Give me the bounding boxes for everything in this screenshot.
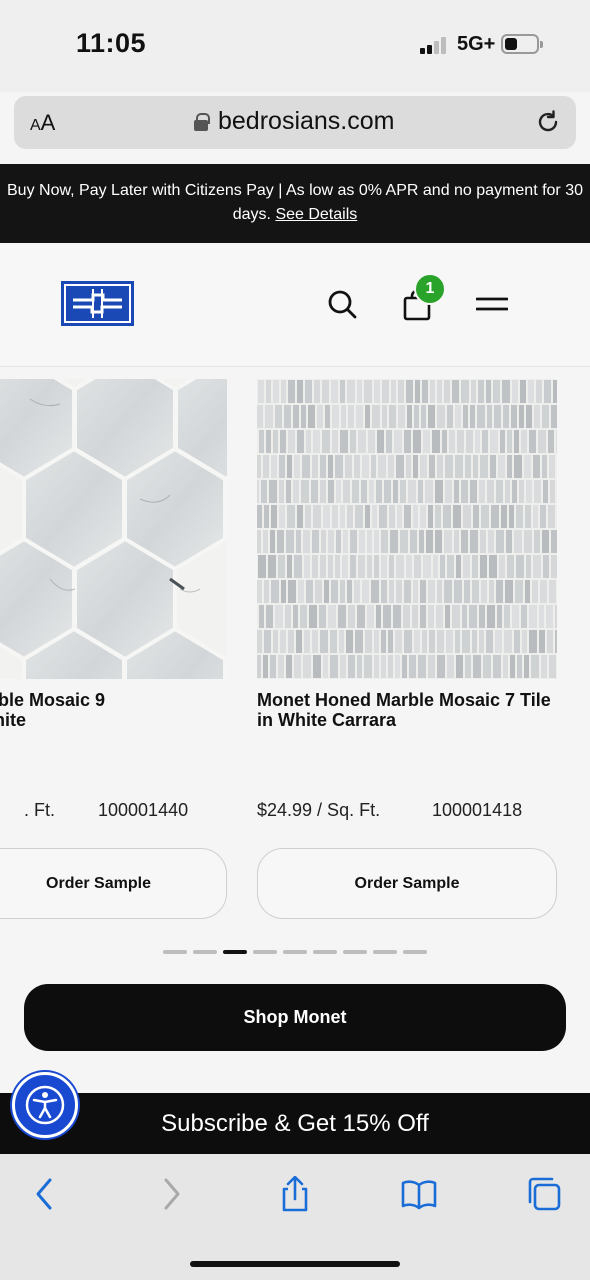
- see-details-link[interactable]: See Details: [275, 206, 357, 223]
- carousel-dot[interactable]: [223, 950, 247, 954]
- carousel-dot[interactable]: [373, 950, 397, 954]
- product-price: $24.99 / Sq. Ft.: [257, 800, 381, 820]
- product-card[interactable]: ed Marble Mosaic 9 ntal White: [0, 379, 227, 730]
- home-indicator: [190, 1261, 400, 1267]
- bedrosians-logo[interactable]: [61, 281, 134, 326]
- clock: 11:05: [76, 28, 147, 58]
- url-text[interactable]: bedrosians.com: [218, 107, 394, 136]
- product-sku: 100001440: [98, 800, 189, 820]
- browser-toolbar: [0, 1154, 590, 1280]
- address-bar[interactable]: AA bedrosians.com: [14, 96, 576, 149]
- carousel-dot[interactable]: [253, 950, 277, 954]
- bookmarks-icon[interactable]: [401, 1176, 437, 1212]
- product-sku: 100001418: [432, 800, 523, 820]
- search-icon[interactable]: [327, 289, 357, 319]
- carousel-dot[interactable]: [163, 950, 187, 954]
- product-title-line[interactable]: ed Marble Mosaic 9: [0, 690, 227, 710]
- product-title-line[interactable]: in White Carrara: [257, 710, 557, 730]
- battery-icon: [501, 34, 543, 54]
- forward-icon[interactable]: [154, 1176, 190, 1212]
- tabs-icon[interactable]: [526, 1176, 562, 1212]
- carousel-dot[interactable]: [283, 950, 307, 954]
- carousel-pagination[interactable]: [163, 950, 427, 954]
- product-card[interactable]: Monet Honed Marble Mosaic 7 Tile in Whit…: [257, 379, 557, 730]
- shop-monet-button[interactable]: Shop Monet: [24, 984, 566, 1051]
- reload-icon[interactable]: [534, 108, 562, 136]
- cart-count-badge: 1: [414, 273, 446, 305]
- product-price: . Ft.: [24, 800, 55, 820]
- subscribe-banner[interactable]: Subscribe & Get 15% Off: [0, 1093, 590, 1154]
- site-header: 1: [0, 243, 590, 367]
- product-title-line[interactable]: ntal White: [0, 710, 227, 730]
- product-image-stacked-mosaic[interactable]: [257, 379, 557, 679]
- order-sample-button[interactable]: Order Sample: [0, 848, 227, 919]
- status-bar: 11:05 5G+: [0, 0, 590, 92]
- cellular-signal-icon: [420, 36, 450, 54]
- product-image-hexagon-mosaic[interactable]: [0, 379, 227, 679]
- product-title-line[interactable]: Monet Honed Marble Mosaic 7 Tile: [257, 690, 557, 710]
- accessibility-icon[interactable]: [12, 1072, 78, 1138]
- order-sample-button[interactable]: Order Sample: [257, 848, 557, 919]
- carousel-dot[interactable]: [313, 950, 337, 954]
- promo-banner: Buy Now, Pay Later with Citizens Pay | A…: [0, 164, 590, 243]
- text-size-button[interactable]: AA: [30, 110, 55, 136]
- share-icon[interactable]: [277, 1176, 313, 1212]
- network-type: 5G+: [457, 33, 496, 55]
- carousel-dot[interactable]: [193, 950, 217, 954]
- product-carousel[interactable]: ed Marble Mosaic 9 ntal White . Ft. 1000…: [0, 367, 590, 967]
- carousel-dot[interactable]: [343, 950, 367, 954]
- hamburger-menu-icon[interactable]: [476, 295, 508, 315]
- lock-icon: [194, 112, 210, 131]
- back-icon[interactable]: [26, 1176, 62, 1212]
- carousel-dot[interactable]: [403, 950, 427, 954]
